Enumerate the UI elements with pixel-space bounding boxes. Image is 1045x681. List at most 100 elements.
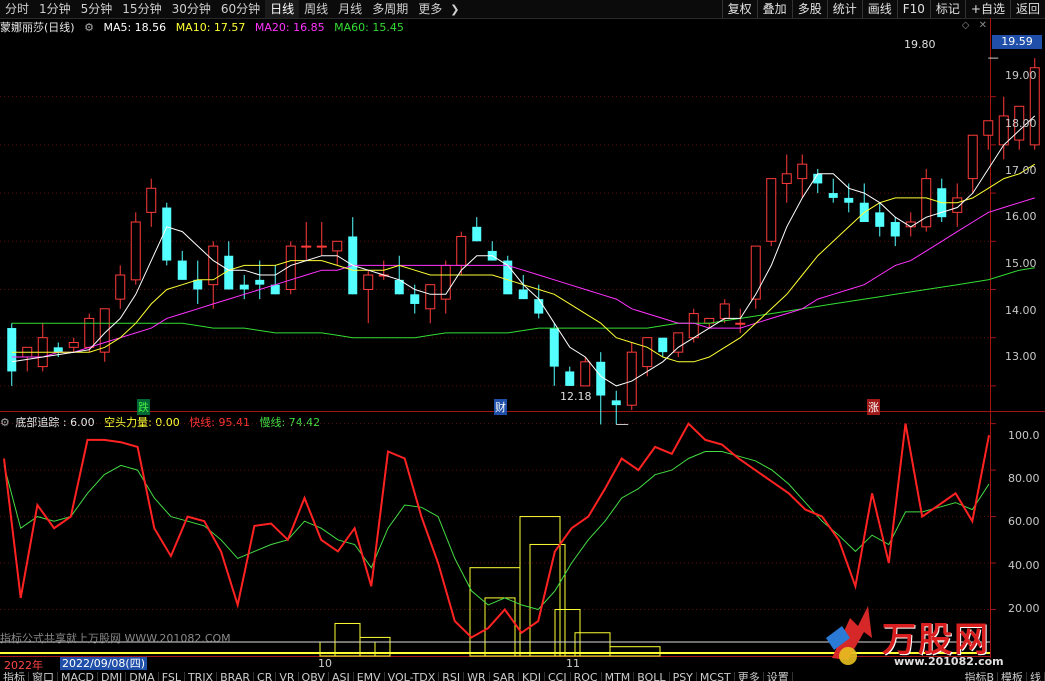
watermark-caption: 指标公式共享就上万股网 WWW.201082.COM	[0, 632, 231, 645]
indicator-tab[interactable]: DMA	[126, 672, 159, 681]
price-tick: 18.00	[1005, 117, 1037, 130]
indicator-tab[interactable]: MTM	[602, 672, 635, 681]
indicator-tab[interactable]: VR	[276, 672, 299, 681]
bottom-signal-bar	[334, 622, 361, 657]
candle-body-down	[518, 289, 528, 300]
price-tick: 14.00	[1005, 304, 1037, 317]
watermark-brand: 万股网	[882, 620, 990, 660]
indicator-tab[interactable]: ROC	[571, 672, 602, 681]
candle-body-up	[580, 361, 591, 387]
candle-body-down	[611, 400, 621, 406]
indicator-tab[interactable]: DMI	[98, 672, 127, 681]
sub-tick: 100.0	[1008, 429, 1040, 442]
indicator-tab[interactable]: CCI	[545, 672, 571, 681]
indicator-tab[interactable]: MCST	[697, 672, 735, 681]
high-price-label: 19.80	[904, 38, 936, 51]
candle-body-up	[642, 337, 653, 368]
indicator-tab[interactable]: VOL-TDX	[385, 672, 440, 681]
price-tick: 15.00	[1005, 257, 1037, 270]
indicator-tab[interactable]: EMV	[354, 672, 385, 681]
candle-body-up	[332, 240, 343, 252]
indicator-tab[interactable]: WR	[464, 672, 490, 681]
indicator-tab[interactable]: TRIX	[185, 672, 218, 681]
candle-body-down	[844, 197, 854, 203]
indicator-tab[interactable]: 更多	[735, 672, 764, 681]
indicator-tab[interactable]: ASI	[329, 672, 354, 681]
indicator-tab[interactable]: PSY	[670, 672, 697, 681]
candle-body-down	[549, 328, 559, 367]
event-mark-cai[interactable]: 财	[494, 399, 507, 415]
candle-body-down	[472, 226, 482, 242]
month-label-10: 10	[318, 657, 332, 670]
date-bar: 2022年 2022/09/08(四) 10 11	[0, 657, 990, 672]
indicator-tab[interactable]: RSI	[439, 672, 465, 681]
low-price-label: 12.18	[560, 390, 592, 403]
cursor-date: 2022/09/08(四)	[60, 657, 147, 670]
candle-body-down	[53, 347, 63, 353]
candle-body-down	[239, 284, 249, 290]
indicator-tab[interactable]: 指标	[0, 672, 29, 681]
event-mark-zhang[interactable]: 涨	[867, 399, 880, 415]
kline-chart[interactable]	[0, 0, 1045, 681]
candle-body-up	[781, 173, 792, 184]
indicator-tab[interactable]: SAR	[490, 672, 520, 681]
candle-body-down	[875, 212, 885, 227]
candle-body-up	[688, 313, 699, 339]
candle-body-down	[534, 299, 544, 314]
candle-body-up	[797, 163, 808, 180]
candle-body-up	[456, 235, 467, 266]
price-tick: 17.00	[1005, 164, 1037, 177]
candle-body-down	[565, 371, 575, 386]
indicator-tab[interactable]: 设置	[764, 672, 793, 681]
candle-body-up	[316, 245, 327, 248]
indicator-tab[interactable]: CR	[254, 672, 277, 681]
price-tick: 16.00	[1005, 210, 1037, 223]
candle-body-up	[967, 134, 978, 180]
candle-body-up	[719, 303, 730, 319]
candle-body-up	[68, 342, 79, 348]
candle-body-down	[255, 279, 265, 285]
candle-body-up	[750, 245, 761, 300]
candle-body-up	[425, 284, 436, 310]
candle-body-up	[115, 274, 126, 300]
indicator-tab[interactable]: 窗口	[29, 672, 58, 681]
bottom-signal-bar	[469, 567, 521, 657]
indicator-tab[interactable]: MACD	[58, 672, 98, 681]
indicator-tab[interactable]: FSL	[159, 672, 185, 681]
candle-body-down	[658, 337, 668, 353]
price-tick: 13.00	[1005, 350, 1037, 363]
candle-body-up	[130, 221, 141, 281]
bottom-signal-bar	[519, 516, 561, 657]
candle-body-up	[301, 245, 312, 248]
candle-body-up	[208, 245, 219, 286]
indicator-tab[interactable]: BOLL	[634, 672, 670, 681]
candle-body-up	[363, 274, 374, 290]
year-label: 2022年	[4, 659, 43, 672]
sub-tick: 60.00	[1008, 515, 1040, 528]
candle-body-down	[828, 193, 838, 198]
indicator-tab-right[interactable]: 线	[1027, 672, 1045, 681]
candle-body-down	[890, 222, 900, 237]
month-label-11: 11	[566, 657, 580, 670]
indicator-tab-right[interactable]: 指标B	[961, 672, 998, 681]
indicator-tabs: 指标 窗口 MACD DMI DMA FSL TRIX BRAR CR VR O…	[0, 672, 1045, 681]
candle-body-down	[7, 328, 17, 372]
sub-tick: 40.00	[1008, 559, 1040, 572]
indicator-tab[interactable]: BRAR	[217, 672, 255, 681]
slow-line	[3, 451, 990, 611]
price-tick: 19.00	[1005, 69, 1037, 82]
candle-body-down	[177, 260, 187, 280]
indicator-tab-right[interactable]: 模板	[998, 672, 1027, 681]
sub-tick: 80.00	[1008, 472, 1040, 485]
ma10-line	[11, 163, 1036, 363]
indicator-tab[interactable]: OBV	[299, 672, 329, 681]
event-mark-die[interactable]: 跌	[137, 399, 150, 415]
candle-body-up	[146, 187, 157, 213]
candle-body-up	[735, 322, 746, 325]
candle-body-up	[673, 332, 684, 353]
candle-body-up	[766, 178, 777, 242]
current-price-tag: 19.59	[992, 35, 1042, 49]
candle-body-down	[410, 294, 420, 304]
indicator-tab[interactable]: KDJ	[519, 672, 545, 681]
bottom-signal-bar	[609, 646, 661, 657]
